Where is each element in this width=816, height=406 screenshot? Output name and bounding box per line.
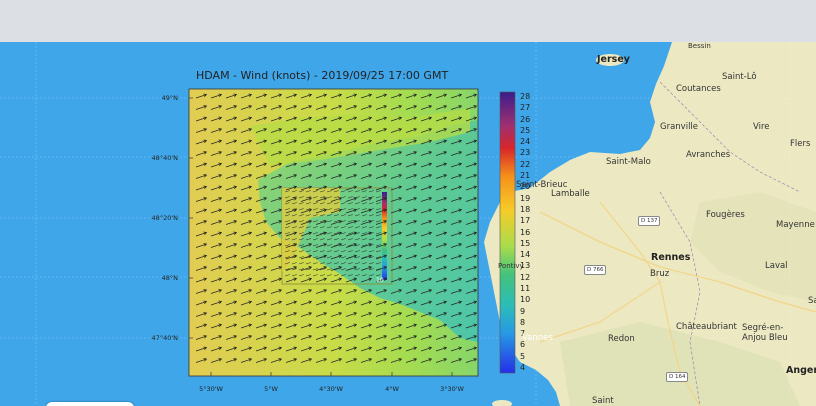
lat-label: 48°40'N — [151, 154, 178, 162]
place-label[interactable]: Saint-Malo — [606, 157, 651, 167]
colorbar-label: 27 — [520, 103, 531, 113]
place-label[interactable]: Saint — [592, 396, 614, 406]
colorbar-label: 12 — [520, 272, 531, 282]
place-label[interactable]: Châteaubriant — [676, 322, 737, 332]
lon-label: 4°W — [385, 385, 399, 393]
road-shield: D 164 — [666, 372, 689, 382]
top-bar — [0, 0, 816, 42]
place-label[interactable]: Avranches — [686, 150, 730, 160]
colorbar-label: 5 — [520, 351, 526, 361]
place-label[interactable]: Vannes — [522, 333, 553, 343]
map-control[interactable] — [46, 402, 134, 406]
lon-label: 5°30'W — [199, 385, 223, 393]
colorbar-label: 17 — [520, 216, 531, 226]
colorbar-label: 14 — [520, 250, 531, 260]
colorbar-label: 19 — [520, 193, 531, 203]
colorbar-label: 4 — [520, 363, 526, 372]
lat-label: 48°20'N — [151, 214, 178, 222]
lon-label: 5°W — [264, 385, 278, 393]
base-map[interactable] — [0, 42, 816, 406]
place-label[interactable]: Granville — [660, 122, 698, 132]
lon-label: 3°30'W — [440, 385, 464, 393]
colorbar-label: 18 — [520, 204, 531, 214]
colorbar — [499, 91, 516, 374]
map-view[interactable]: HDAM - Wind (knots) - 2019/09/25 17:00 G… — [0, 42, 816, 406]
lat-label: 47°40'N — [151, 334, 178, 342]
lat-label: 48°N — [161, 274, 178, 282]
colorbar-label: 28 — [520, 92, 531, 101]
place-label[interactable]: Mayenne — [776, 220, 815, 230]
colorbar-label: 21 — [520, 171, 531, 181]
place-label[interactable]: Flers — [790, 139, 810, 149]
colorbar-label: 9 — [520, 306, 526, 316]
inset-colorbar-label: 10 — [376, 277, 384, 284]
colorbar-label: 10 — [520, 295, 531, 305]
colorbar-label: 15 — [520, 238, 531, 248]
place-label[interactable]: Segré-en- Anjou Bleu — [742, 323, 788, 343]
place-label[interactable]: Vire — [753, 122, 770, 132]
road-shield: D 137 — [638, 216, 661, 226]
road-shield: D 766 — [584, 265, 607, 275]
colorbar-label: 22 — [520, 159, 531, 169]
place-label[interactable]: Pontivy — [498, 262, 524, 270]
place-label[interactable]: Fougères — [706, 210, 745, 220]
colorbar-label: 23 — [520, 148, 531, 158]
place-label[interactable]: Saint-Lô — [722, 72, 757, 82]
lon-label: 4°30'W — [319, 385, 343, 393]
colorbar-label: 16 — [520, 227, 531, 237]
place-label[interactable]: Coutances — [676, 84, 721, 94]
colorbar-label: 24 — [520, 137, 531, 147]
place-label[interactable]: Bessin — [688, 42, 711, 50]
overlay-title: HDAM - Wind (knots) - 2019/09/25 17:00 G… — [196, 69, 449, 82]
place-label[interactable]: Redon — [608, 334, 635, 344]
place-label[interactable]: Angers — [786, 365, 816, 376]
colorbar-label: 11 — [520, 283, 531, 293]
place-label[interactable]: Rennes — [651, 252, 690, 263]
place-label[interactable]: Jersey — [597, 54, 630, 65]
colorbar-label: 26 — [520, 114, 531, 124]
colorbar-label: 25 — [520, 125, 531, 135]
place-label[interactable]: Sa — [808, 296, 816, 306]
place-label[interactable]: Laval — [765, 261, 788, 271]
colorbar-label: 8 — [520, 317, 526, 327]
place-label[interactable]: Bruz — [650, 269, 669, 279]
lat-label: 49°N — [161, 94, 178, 102]
place-label[interactable]: Lamballe — [551, 189, 590, 199]
